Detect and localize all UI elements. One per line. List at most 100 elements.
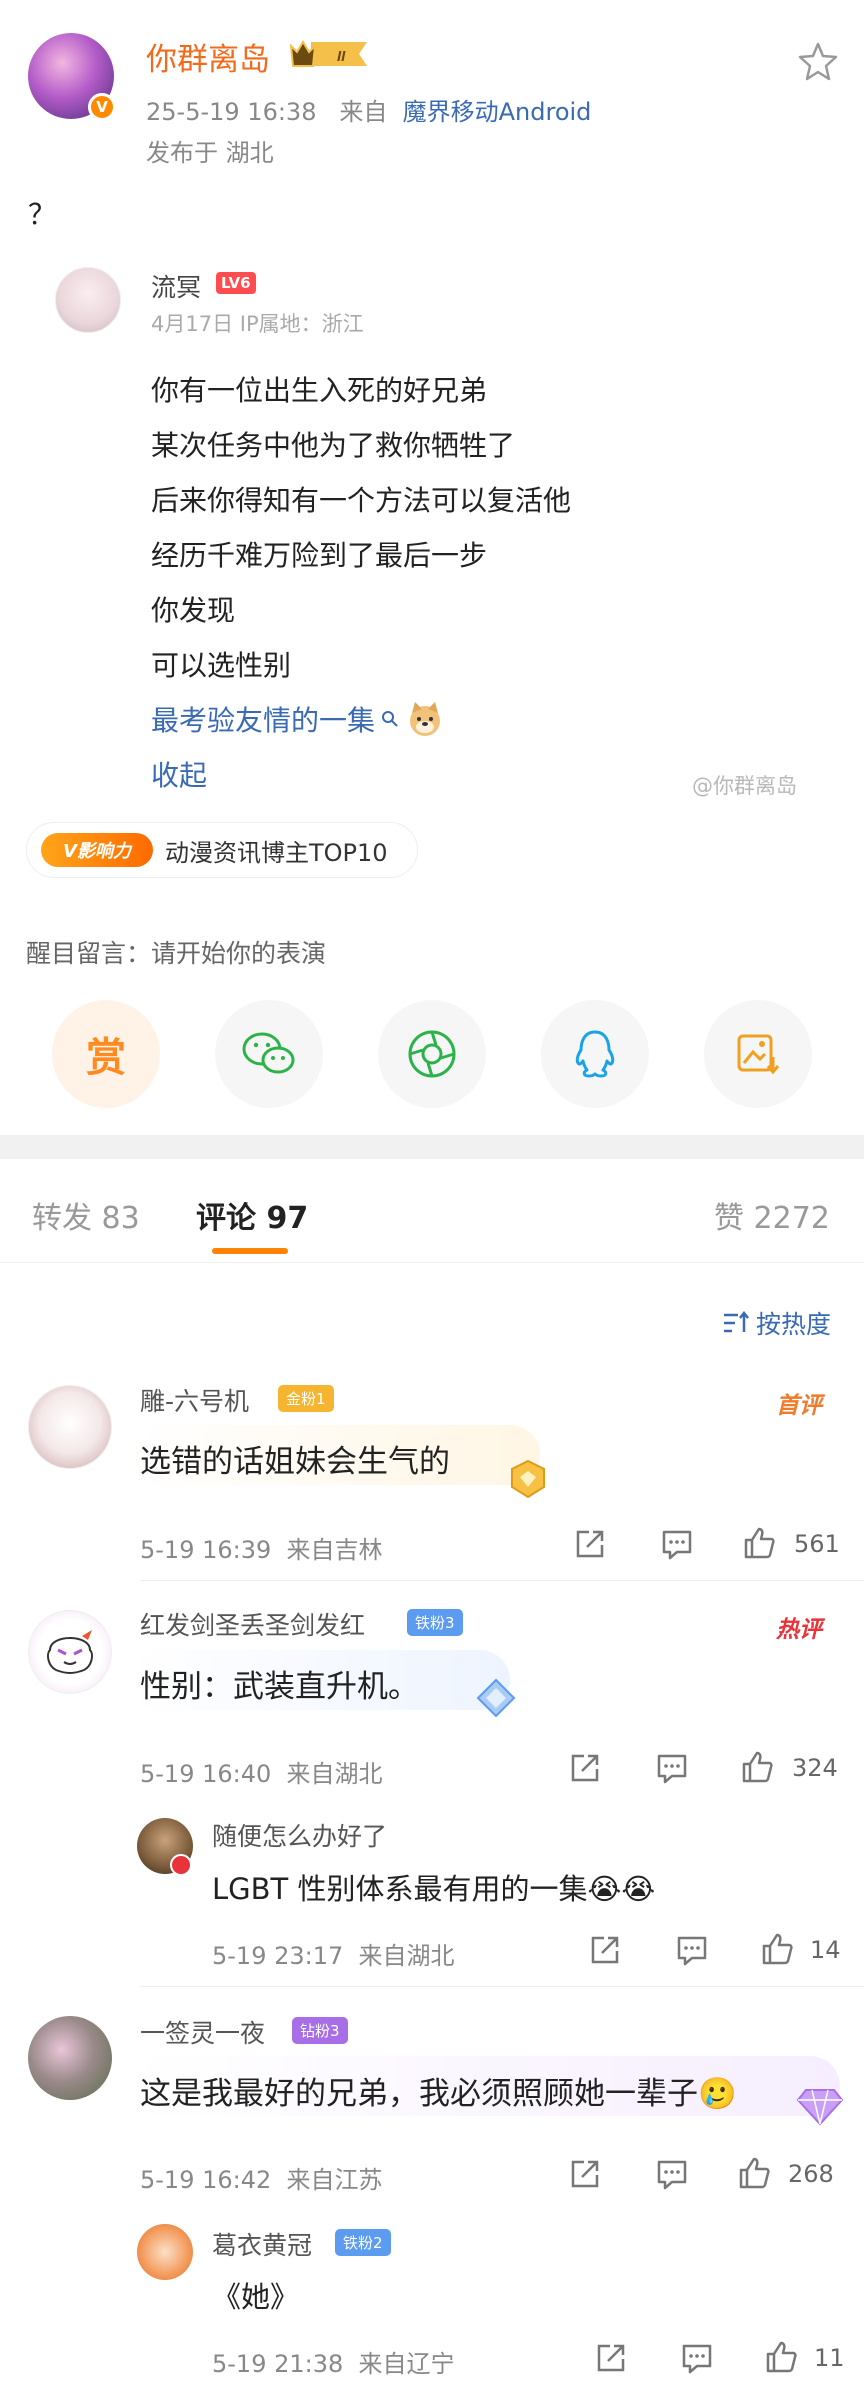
first-comment-tag: 首评: [776, 1393, 822, 1419]
comment-avatar[interactable]: [28, 2016, 112, 2100]
tab-like[interactable]: 赞 2272: [714, 1193, 830, 1237]
reply-meta: 5-19 23:17 来自湖北: [212, 1936, 455, 1971]
save-image-button[interactable]: [704, 1000, 812, 1108]
like-count: 14: [810, 1936, 841, 1964]
comment-meta: 5-19 16:42 来自江苏: [140, 2160, 383, 2195]
like-icon[interactable]: [740, 1750, 774, 1784]
like-icon[interactable]: [760, 1932, 794, 1966]
save-image-icon: [737, 1034, 780, 1075]
crown-level-text: II: [337, 48, 346, 65]
sort-icon: [724, 1310, 749, 1333]
doge-emoji-icon: [410, 702, 441, 736]
quote-meta: 4月17日 IP属地：浙江: [151, 312, 364, 336]
search-icon: [382, 711, 398, 727]
user-level-badge: LV6: [216, 272, 256, 294]
repost-icon[interactable]: [573, 1527, 607, 1561]
like-icon[interactable]: [742, 1526, 776, 1560]
quote-line: 你发现: [151, 594, 236, 627]
comment-location: 来自湖北: [286, 1760, 383, 1788]
like-count: 11: [814, 2344, 845, 2372]
comment-location: 来自吉林: [286, 1536, 383, 1564]
post-meta: 25-5-19 16:38 来自 魔界移动Android: [146, 92, 591, 127]
quote-author-name[interactable]: 流冥: [151, 268, 201, 304]
like-count: 268: [788, 2160, 834, 2188]
reply-author[interactable]: 随便怎么办好了: [212, 1817, 387, 1853]
reply-author[interactable]: 葛衣黄冠: [212, 2226, 312, 2262]
like-icon[interactable]: [764, 2340, 798, 2374]
section-divider: [0, 1135, 864, 1159]
reply-avatar[interactable]: [137, 2224, 193, 2280]
fold-link[interactable]: 收起: [151, 754, 207, 794]
influence-tag[interactable]: V影响力 动漫资讯博主TOP10: [26, 822, 418, 878]
comment-time: 5-19 16:42: [140, 2166, 272, 2194]
gold-fan-decoration-icon: [511, 1459, 545, 1499]
comment-icon[interactable]: [675, 1933, 709, 1967]
active-tab-indicator: [212, 1248, 288, 1254]
repost-icon[interactable]: [568, 1751, 602, 1785]
fan-badge: 钻粉3: [292, 2017, 348, 2044]
quote-topic-row: 最考验友情的一集: [151, 699, 445, 739]
post-location: 发布于 湖北: [146, 139, 274, 167]
like-icon[interactable]: [737, 2156, 771, 2190]
reply-location: 来自辽宁: [358, 2350, 455, 2378]
fan-badge: 金粉1: [278, 1385, 334, 1412]
comment-meta: 5-19 16:39 来自吉林: [140, 1530, 383, 1565]
comment-author[interactable]: 雕-六号机: [140, 1382, 249, 1418]
comment-icon[interactable]: [660, 1527, 694, 1561]
qq-icon: [575, 1030, 615, 1078]
reply-time: 5-19 21:38: [212, 2350, 344, 2378]
quote-line: 经历千难万险到了最后一步: [151, 539, 488, 572]
comment-text: 选错的话姐妹会生气的: [140, 1444, 450, 1480]
hot-comment-tag: 热评: [776, 1617, 822, 1643]
post-text: ？: [28, 198, 57, 231]
post-time: 25-5-19 16:38: [146, 98, 317, 126]
repost-icon[interactable]: [588, 1933, 622, 1967]
comment-time: 5-19 16:40: [140, 1760, 272, 1788]
comment-icon[interactable]: [655, 1751, 689, 1785]
comment-author[interactable]: 一签灵一夜: [140, 2014, 265, 2050]
comment-text: 这是我最好的兄弟，我必须照顾她一辈子🥲: [140, 2076, 737, 2112]
tab-divider: [0, 1262, 864, 1263]
favorite-star-icon[interactable]: [796, 40, 840, 84]
comment-author[interactable]: 红发剑圣丢圣剑发红: [140, 1606, 365, 1642]
quote-line: 某次任务中他为了救你牺牲了: [151, 429, 516, 462]
quote-line: 后来你得知有一个方法可以复活他: [151, 484, 572, 517]
repost-icon[interactable]: [568, 2157, 602, 2191]
user-badge-icon: [170, 1854, 192, 1876]
comment-icon[interactable]: [680, 2341, 714, 2375]
crown-level-icon[interactable]: II: [287, 36, 375, 72]
eye-catching-message: 醒目留言：请开始你的表演: [26, 939, 327, 968]
sort-button[interactable]: 按热度: [722, 1305, 831, 1341]
quote-line: 可以选性别: [151, 649, 292, 682]
comment-icon[interactable]: [655, 2157, 689, 2191]
sort-label: 按热度: [756, 1310, 832, 1339]
post-source[interactable]: 魔界移动Android: [403, 98, 592, 126]
tab-comment[interactable]: 评论 97: [196, 1193, 308, 1237]
repost-icon[interactable]: [594, 2341, 628, 2375]
author-name[interactable]: 你群离岛: [146, 34, 270, 79]
verified-v-icon: V: [88, 93, 116, 121]
comment-avatar[interactable]: [28, 1385, 112, 1469]
tab-repost[interactable]: 转发 83: [32, 1193, 140, 1237]
reward-button[interactable]: 赏: [52, 1000, 160, 1108]
reply-location: 来自湖北: [358, 1942, 455, 1970]
influence-logo: V影响力: [41, 833, 153, 867]
quote-author-avatar[interactable]: [55, 267, 121, 333]
reply-time: 5-19 23:17: [212, 1942, 344, 1970]
diamond-fan-decoration-icon: [796, 2089, 844, 2126]
reply-meta: 5-19 21:38 来自辽宁: [212, 2344, 455, 2379]
fan-badge: 铁粉3: [407, 1609, 463, 1636]
share-moments-button[interactable]: [378, 1000, 486, 1108]
comment-divider: [140, 1580, 864, 1581]
like-count: 561: [794, 1530, 840, 1558]
topic-link[interactable]: 最考验友情的一集: [151, 699, 375, 739]
reward-icon: 赏: [86, 1035, 126, 1081]
quote-line: 你有一位出生入死的好兄弟: [151, 374, 488, 407]
share-wechat-button[interactable]: [215, 1000, 323, 1108]
share-qq-button[interactable]: [541, 1000, 649, 1108]
like-count: 324: [792, 1754, 838, 1782]
post-from-prefix: 来自: [339, 98, 388, 126]
comment-location: 来自江苏: [286, 2166, 383, 2194]
influence-text: 动漫资讯博主TOP10: [165, 838, 388, 867]
moments-icon: [408, 1030, 456, 1078]
